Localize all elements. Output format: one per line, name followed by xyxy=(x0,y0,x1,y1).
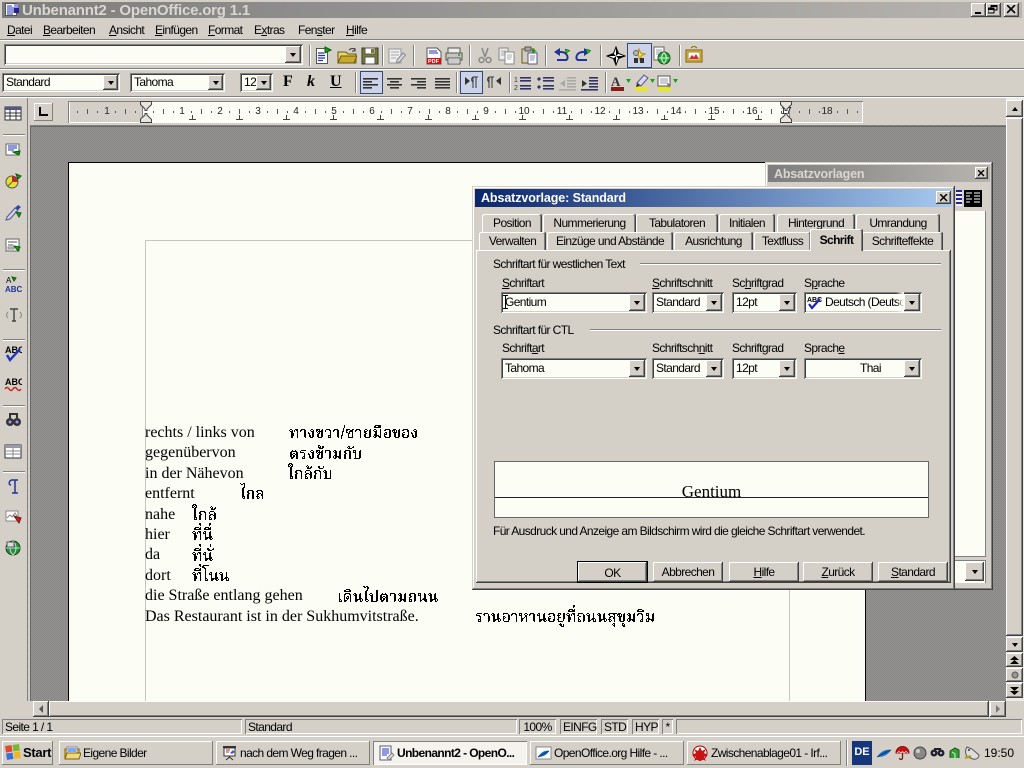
svg-text:A: A xyxy=(6,276,12,285)
svg-text:PDF: PDF xyxy=(428,59,440,65)
svg-text:ABC: ABC xyxy=(5,377,22,387)
svg-text:2: 2 xyxy=(514,85,518,91)
svg-text:ABC: ABC xyxy=(5,285,22,294)
svg-text:1: 1 xyxy=(514,77,518,84)
svg-text:A: A xyxy=(611,74,621,89)
